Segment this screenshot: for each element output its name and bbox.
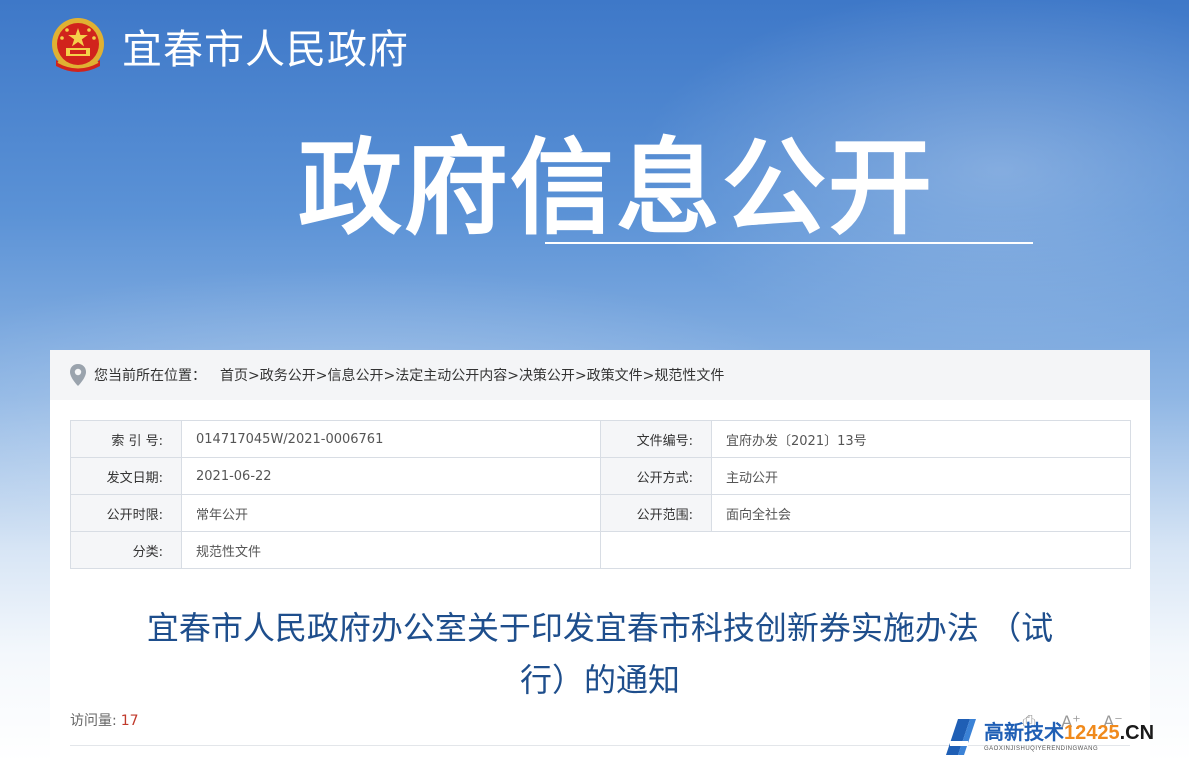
visit-count-value: 17 [120, 713, 139, 729]
meta-key-disclosure-method: 公开方式: [600, 457, 712, 495]
table-row: 发文日期: 2021-06-22 公开方式: 主动公开 [70, 457, 1131, 495]
breadcrumb-separator: > [574, 368, 587, 384]
meta-value-issue-date: 2021-06-22 [181, 457, 601, 495]
meta-key-time-limit: 公开时限: [70, 494, 182, 532]
national-emblem-icon [52, 18, 104, 72]
breadcrumb-item-gov-affairs[interactable]: 政务公开 [260, 368, 316, 384]
meta-key-doc-number: 文件编号: [600, 420, 712, 458]
hero-underline [545, 242, 1033, 244]
meta-key-index: 索 引 号: [70, 420, 182, 458]
visit-count: 访问量: 17 [70, 710, 139, 730]
breadcrumb-separator: > [383, 368, 396, 384]
breadcrumb-item-home[interactable]: 首页 [220, 368, 248, 384]
document-title: 宜春市人民政府办公室关于印发宜春市科技创新券实施办法 （试 行）的通知 [80, 602, 1120, 706]
breadcrumb: 您当前所在位置： 首页>政务公开>信息公开>法定主动公开内容>决策公开>政策文件>… [50, 350, 1150, 400]
meta-value-doc-number: 宜府办发〔2021〕13号 [711, 420, 1131, 458]
watermark-logo-icon [946, 719, 976, 755]
meta-value-scope: 面向全社会 [711, 494, 1131, 532]
meta-key-issue-date: 发文日期: [70, 457, 182, 495]
table-row: 索 引 号: 014717045W/2021-0006761 文件编号: 宜府办… [70, 420, 1131, 458]
meta-empty-cell [600, 531, 1131, 569]
meta-value-time-limit: 常年公开 [181, 494, 601, 532]
content-panel: 您当前所在位置： 首页>政务公开>信息公开>法定主动公开内容>决策公开>政策文件>… [50, 350, 1150, 762]
meta-value-index: 014717045W/2021-0006761 [181, 420, 601, 458]
breadcrumb-item-decision[interactable]: 决策公开 [519, 368, 575, 384]
location-pin-icon [70, 364, 86, 386]
meta-key-category: 分类: [70, 531, 182, 569]
hero-title: 政府信息公开 [298, 127, 935, 249]
breadcrumb-item-normative[interactable]: 规范性文件 [654, 368, 724, 384]
meta-value-category: 规范性文件 [181, 531, 601, 569]
breadcrumb-item-statutory[interactable]: 法定主动公开内容 [395, 368, 507, 384]
site-title: 宜春市人民政府 [122, 27, 409, 73]
watermark: 高新技术12425.CN GAOXINJISHUQIYERENDINGWANG [940, 712, 1189, 762]
watermark-number: 12425 [1064, 722, 1120, 744]
visit-count-label: 访问量: [70, 713, 117, 729]
breadcrumb-prefix: 您当前所在位置： [94, 368, 206, 384]
watermark-brand-name: 高新技术 [984, 720, 1064, 744]
breadcrumb-separator: > [248, 368, 260, 384]
breadcrumb-separator: > [507, 368, 519, 384]
document-metadata-table: 索 引 号: 014717045W/2021-0006761 文件编号: 宜府办… [70, 420, 1131, 569]
breadcrumb-item-info-disclosure[interactable]: 信息公开 [327, 368, 383, 384]
watermark-text: 高新技术12425.CN GAOXINJISHUQIYERENDINGWANG [984, 722, 1154, 752]
watermark-brand: 高新技术12425.CN [984, 722, 1154, 743]
table-row: 分类: 规范性文件 [70, 531, 1131, 569]
breadcrumb-trail: 您当前所在位置： 首页>政务公开>信息公开>法定主动公开内容>决策公开>政策文件>… [94, 365, 724, 385]
breadcrumb-item-policy[interactable]: 政策文件 [587, 368, 643, 384]
document-title-line-1: 宜春市人民政府办公室关于印发宜春市科技创新券实施办法 （试 [146, 609, 1054, 647]
watermark-domain: .CN [1119, 722, 1155, 744]
meta-value-disclosure-method: 主动公开 [711, 457, 1131, 495]
watermark-pinyin: GAOXINJISHUQIYERENDINGWANG [984, 746, 1099, 752]
breadcrumb-separator: > [642, 368, 655, 384]
meta-key-scope: 公开范围: [600, 494, 712, 532]
breadcrumb-separator: > [315, 368, 328, 384]
document-title-line-2: 行）的通知 [519, 661, 680, 699]
table-row: 公开时限: 常年公开 公开范围: 面向全社会 [70, 494, 1131, 532]
